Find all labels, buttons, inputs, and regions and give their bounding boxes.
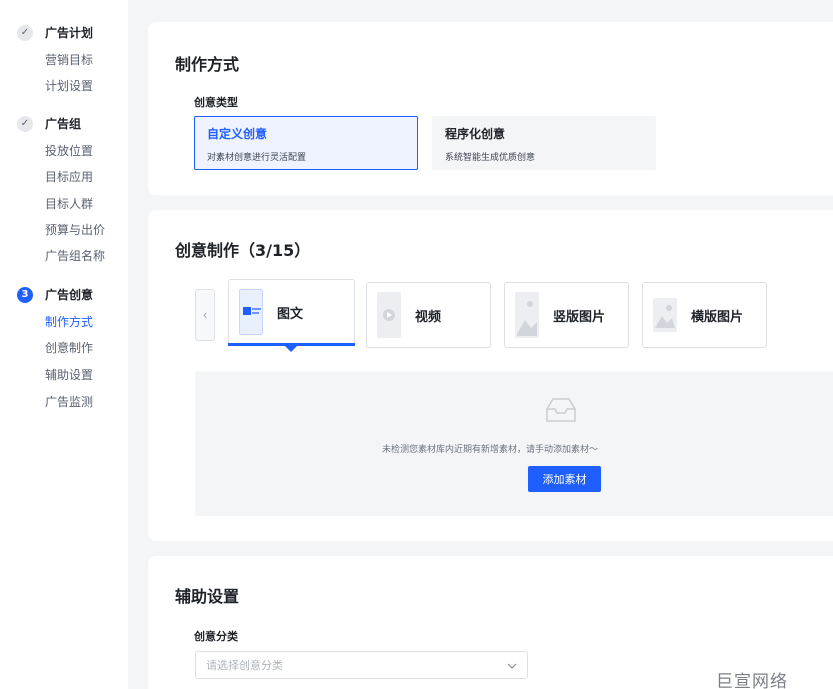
tab-label: 图文 [277, 307, 304, 322]
sidebar-item-target-app[interactable]: 目标应用 [45, 168, 93, 185]
section-title: 制作方式 [175, 55, 240, 74]
step-title: 广告创意 [45, 288, 94, 302]
option-custom-creative[interactable]: 自定义创意 对素材创意进行灵活配置 [194, 116, 418, 170]
option-title: 程序化创意 [445, 127, 506, 141]
option-programmatic-creative[interactable]: 程序化创意 系统智能生成优质创意 [432, 116, 656, 170]
tab-image-text[interactable]: 图文 [228, 279, 355, 346]
sidebar-item-creative-production[interactable]: 创意制作 [45, 339, 93, 356]
check-icon: ✓ [17, 115, 33, 132]
production-method-card: 制作方式 创意类型 自定义创意 对素材创意进行灵活配置 程序化创意 系统智能生成… [148, 22, 833, 195]
tab-horizontal-image[interactable]: 横版图片 [642, 282, 767, 348]
option-title: 自定义创意 [207, 127, 268, 141]
option-desc: 对素材创意进行灵活配置 [207, 153, 307, 163]
sidebar-item-target-audience[interactable]: 目标人群 [45, 195, 93, 212]
sidebar-item-placement[interactable]: 投放位置 [45, 142, 93, 159]
chevron-left-icon: ‹ [202, 308, 208, 322]
sidebar-item-budget-bid[interactable]: 预算与出价 [45, 221, 105, 238]
scroll-left-button[interactable]: ‹ [195, 289, 215, 341]
material-empty-state: 未检测您素材库内近期有新增素材，请手动添加素材～ 添加素材 [195, 371, 833, 516]
sidebar-item-assist-settings[interactable]: 辅助设置 [45, 366, 93, 383]
video-icon [377, 292, 401, 338]
creative-category-select[interactable]: 请选择创意分类 [195, 651, 528, 679]
step-number-badge: 3 [17, 286, 33, 303]
sidebar-item-group-name[interactable]: 广告组名称 [45, 247, 105, 264]
add-material-button[interactable]: 添加素材 [528, 466, 601, 492]
chevron-down-icon [507, 659, 517, 672]
field-label: 创意类型 [194, 96, 238, 109]
empty-message: 未检测您素材库内近期有新增素材，请手动添加素材～ [381, 445, 598, 455]
caret-down-icon [285, 346, 297, 352]
sidebar-item-plan-settings[interactable]: 计划设置 [45, 77, 93, 94]
sidebar-item-ad-monitoring[interactable]: 广告监测 [45, 393, 93, 410]
field-label: 创意分类 [194, 630, 238, 643]
option-desc: 系统智能生成优质创意 [445, 153, 536, 163]
sidebar-item-marketing-goal[interactable]: 营销目标 [45, 51, 93, 68]
sidebar-item-production-method[interactable]: 制作方式 [45, 313, 93, 330]
horizontal-image-icon [653, 298, 677, 332]
step-title: 广告组 [45, 117, 82, 131]
tab-video[interactable]: 视频 [366, 282, 491, 348]
watermark: 巨宣网络 [716, 672, 788, 689]
step-ad-group[interactable]: ✓ 广告组 [17, 115, 81, 132]
tab-vertical-image[interactable]: 竖版图片 [504, 282, 629, 348]
image-text-icon [239, 289, 263, 335]
tab-label: 横版图片 [691, 310, 744, 325]
inbox-icon [543, 395, 579, 429]
tab-label: 视频 [415, 310, 442, 325]
step-title: 广告计划 [45, 26, 94, 40]
vertical-image-icon [515, 292, 539, 338]
step-ad-plan[interactable]: ✓ 广告计划 [17, 24, 93, 41]
section-title: 创意制作（3/15） [175, 241, 311, 260]
sidebar: ✓ 广告计划 营销目标 计划设置 ✓ 广告组 投放位置 目标应用 目标人群 预算… [0, 0, 128, 689]
check-icon: ✓ [17, 24, 33, 41]
section-title: 辅助设置 [175, 587, 240, 606]
tab-label: 竖版图片 [553, 310, 606, 325]
select-placeholder: 请选择创意分类 [206, 659, 283, 672]
step-ad-creative[interactable]: 3 广告创意 [17, 286, 93, 303]
